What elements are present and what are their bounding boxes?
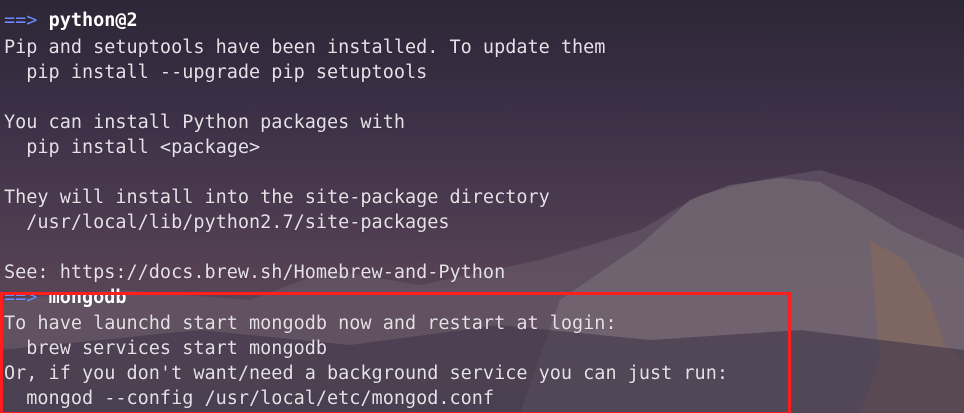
output-line: They will install into the site-package … (4, 187, 550, 208)
terminal-window[interactable]: ==> python@2 Pip and setuptools have bee… (0, 0, 964, 413)
output-line: To have launchd start mongodb now and re… (4, 313, 617, 334)
output-line: pip install <package> (4, 137, 261, 158)
output-line: Pip and setuptools have been installed. … (4, 37, 606, 58)
output-line: /usr/local/lib/python2.7/site-packages (4, 212, 450, 233)
arrow-icon: ==> (4, 10, 38, 31)
section-header-mongodb: ==> mongodb (4, 285, 127, 310)
output-line: See: https://docs.brew.sh/Homebrew-and-P… (4, 262, 506, 283)
output-line: mongod --config /usr/local/etc/mongod.co… (4, 388, 495, 409)
output-line: pip install --upgrade pip setuptools (4, 62, 428, 83)
output-line: Or, if you don't want/need a background … (4, 363, 728, 384)
section-header-python: ==> python@2 (4, 8, 138, 33)
package-name: python@2 (48, 10, 138, 31)
output-line: brew services start mongodb (4, 338, 328, 359)
arrow-icon: ==> (4, 287, 38, 308)
output-line: You can install Python packages with (4, 112, 405, 133)
package-name: mongodb (48, 287, 127, 308)
